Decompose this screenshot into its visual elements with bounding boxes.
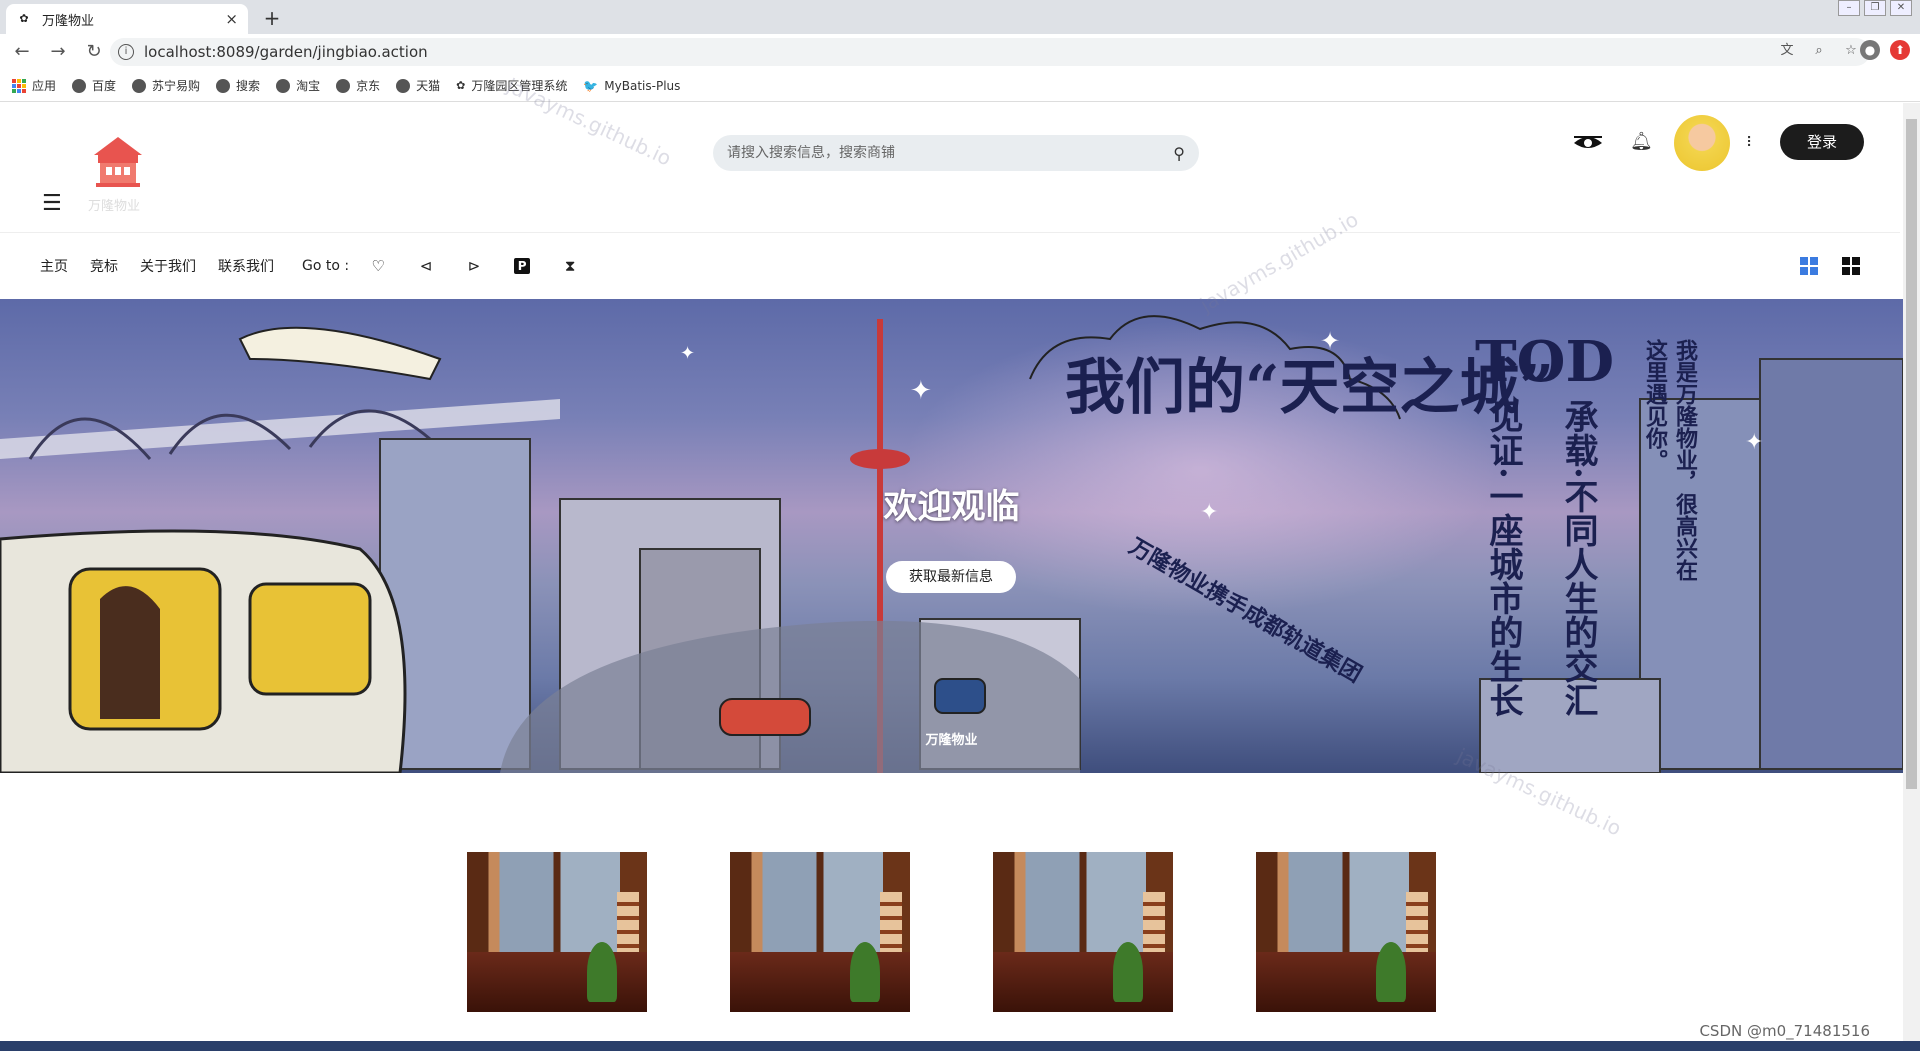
- close-window-icon[interactable]: ✕: [1890, 0, 1912, 16]
- leaf-icon: ✿: [456, 79, 466, 92]
- eye-icon[interactable]: [1572, 133, 1604, 153]
- logo-icon[interactable]: [88, 131, 148, 191]
- bookmark-apps[interactable]: 应用: [12, 77, 56, 94]
- star-icon[interactable]: ☆: [1842, 42, 1860, 60]
- minimize-icon[interactable]: –: [1838, 0, 1860, 16]
- nav-about[interactable]: 关于我们: [140, 256, 196, 276]
- back-arrow-icon[interactable]: ←: [8, 38, 36, 66]
- url-text[interactable]: localhost:8089/garden/jingbiao.action: [144, 43, 428, 61]
- art-witness: 见证·一座城市的生长: [1483, 399, 1523, 717]
- bookmark-search[interactable]: 搜索: [216, 77, 260, 94]
- bookmark-suning[interactable]: 苏宁易购: [132, 77, 200, 94]
- shop-cards: [467, 852, 1436, 1012]
- back-circle-icon[interactable]: ⊲: [415, 255, 437, 277]
- extension-icon[interactable]: ⬆: [1890, 40, 1910, 60]
- art-intro: 我是万隆物业，很高兴在这里遇见你。: [1642, 339, 1698, 581]
- bookmark-label: MyBatis-Plus: [604, 78, 681, 93]
- avatar[interactable]: [1674, 115, 1730, 171]
- svg-text:✦: ✦: [680, 343, 695, 364]
- hero-banner: ✦ ✦ ✦ ✦ ✦ 我们的“天空之城” TOD 见证·一座城市的生长 承载·不同…: [0, 299, 1903, 773]
- bookmark-label: 应用: [32, 79, 57, 93]
- heart-icon[interactable]: ♡: [367, 255, 389, 277]
- globe-icon: [72, 78, 87, 93]
- goto-label: Go to :: [302, 258, 350, 274]
- globe-icon: [336, 78, 351, 93]
- bookmark-label: 搜索: [236, 79, 261, 93]
- hero-title: 欢迎观临: [883, 487, 1020, 527]
- globe-icon: [132, 78, 147, 93]
- restore-icon[interactable]: ❐: [1864, 0, 1886, 16]
- shop-card[interactable]: [730, 852, 910, 1012]
- bookmark-jd[interactable]: 京东: [336, 77, 380, 94]
- hourglass-icon[interactable]: ⧗: [559, 255, 581, 277]
- new-tab-button[interactable]: +: [258, 4, 286, 32]
- bookmark-label: 百度: [92, 79, 117, 93]
- scrollbar-thumb[interactable]: [1906, 119, 1917, 789]
- get-latest-info-button[interactable]: 获取最新信息: [886, 561, 1016, 593]
- bookmark-label: 淘宝: [296, 79, 321, 93]
- more-options-icon[interactable]: ⠇: [1746, 135, 1756, 151]
- globe-icon: [216, 78, 231, 93]
- shop-card[interactable]: [1256, 852, 1436, 1012]
- page-scrollbar[interactable]: [1903, 103, 1920, 1041]
- search-box[interactable]: ⚲: [713, 135, 1199, 171]
- bookmark-label: 天猫: [416, 79, 441, 93]
- tab-title: 万隆物业: [42, 13, 95, 29]
- bookmark-taobao[interactable]: 淘宝: [276, 77, 320, 94]
- bookmark-label: 苏宁易购: [152, 79, 201, 93]
- profile-icon[interactable]: ●: [1860, 40, 1880, 60]
- globe-icon: [276, 78, 291, 93]
- login-button[interactable]: 登录: [1780, 124, 1864, 160]
- grid-view-icon[interactable]: [1800, 257, 1818, 275]
- bookmark-tmall[interactable]: 天猫: [396, 77, 440, 94]
- nav-contact[interactable]: 联系我们: [218, 256, 274, 276]
- info-icon[interactable]: i: [118, 44, 134, 60]
- masonry-view-icon[interactable]: [1842, 257, 1860, 275]
- translate-icon[interactable]: 文: [1778, 42, 1796, 60]
- nav-bidding[interactable]: 竞标: [90, 256, 118, 276]
- hero-caption: 万隆物业: [925, 733, 978, 748]
- browser-toolbar: ← → ↻ i localhost:8089/garden/jingbiao.a…: [0, 34, 1920, 70]
- nav-home[interactable]: 主页: [40, 256, 68, 276]
- shop-card[interactable]: [993, 852, 1173, 1012]
- bookmark-baidu[interactable]: 百度: [72, 77, 116, 94]
- browser-tab[interactable]: ✿ 万隆物业 ×: [6, 4, 248, 34]
- search-icon[interactable]: ⚲: [1173, 144, 1185, 163]
- profile-area: ● ⬆: [1860, 40, 1910, 60]
- globe-icon: [396, 78, 411, 93]
- reload-icon[interactable]: ↻: [80, 38, 108, 66]
- address-bar[interactable]: i localhost:8089/garden/jingbiao.action …: [110, 38, 1870, 66]
- logo-text: 万隆物业: [88, 199, 141, 214]
- window-controls: – ❐ ✕: [1834, 0, 1912, 16]
- leaf-icon: ✿: [19, 12, 29, 25]
- close-tab-icon[interactable]: ×: [225, 10, 238, 28]
- svg-text:✦: ✦: [1745, 430, 1763, 455]
- browser-tabbar: ✿ 万隆物业 × + – ❐ ✕: [0, 0, 1920, 34]
- shop-card[interactable]: [467, 852, 647, 1012]
- play-circle-icon[interactable]: ⊳: [463, 255, 485, 277]
- bookmark-label: 京东: [356, 79, 381, 93]
- bird-icon: 🐦: [583, 78, 599, 93]
- svg-text:✦: ✦: [910, 376, 932, 406]
- bookmark-mybatis[interactable]: 🐦 MyBatis-Plus: [583, 79, 680, 93]
- bookmarks-bar: 应用 百度 苏宁易购 搜索 淘宝 京东 天猫 ✿ 万隆园区管理系统 🐦 MyBati…: [0, 70, 1920, 102]
- view-toggle: [1800, 257, 1860, 275]
- bell-icon[interactable]: 🔔︎: [1630, 131, 1653, 152]
- footer-credit: CSDN @m0_71481516: [1699, 1022, 1870, 1040]
- menu-icon[interactable]: ☰: [42, 191, 62, 216]
- site-header: 万隆物业 ☰ ⚲ 🔔︎ ⠇ 登录: [0, 103, 1900, 233]
- search-input[interactable]: [727, 145, 1174, 161]
- zoom-icon[interactable]: ⌕: [1810, 42, 1828, 60]
- art-carry: 承载·不同人生的交汇: [1558, 399, 1598, 717]
- parking-icon[interactable]: P: [511, 255, 533, 277]
- forward-arrow-icon[interactable]: →: [44, 38, 72, 66]
- site-nav: 主页 竞标 关于我们 联系我们 Go to : ♡ ⊲ ⊳ P ⧗: [0, 233, 1900, 299]
- art-tod: TOD: [1475, 329, 1615, 395]
- hero-illustration: ✦ ✦ ✦ ✦ ✦: [0, 315, 1903, 773]
- os-taskbar: [0, 1041, 1920, 1051]
- apps-icon: [12, 78, 26, 93]
